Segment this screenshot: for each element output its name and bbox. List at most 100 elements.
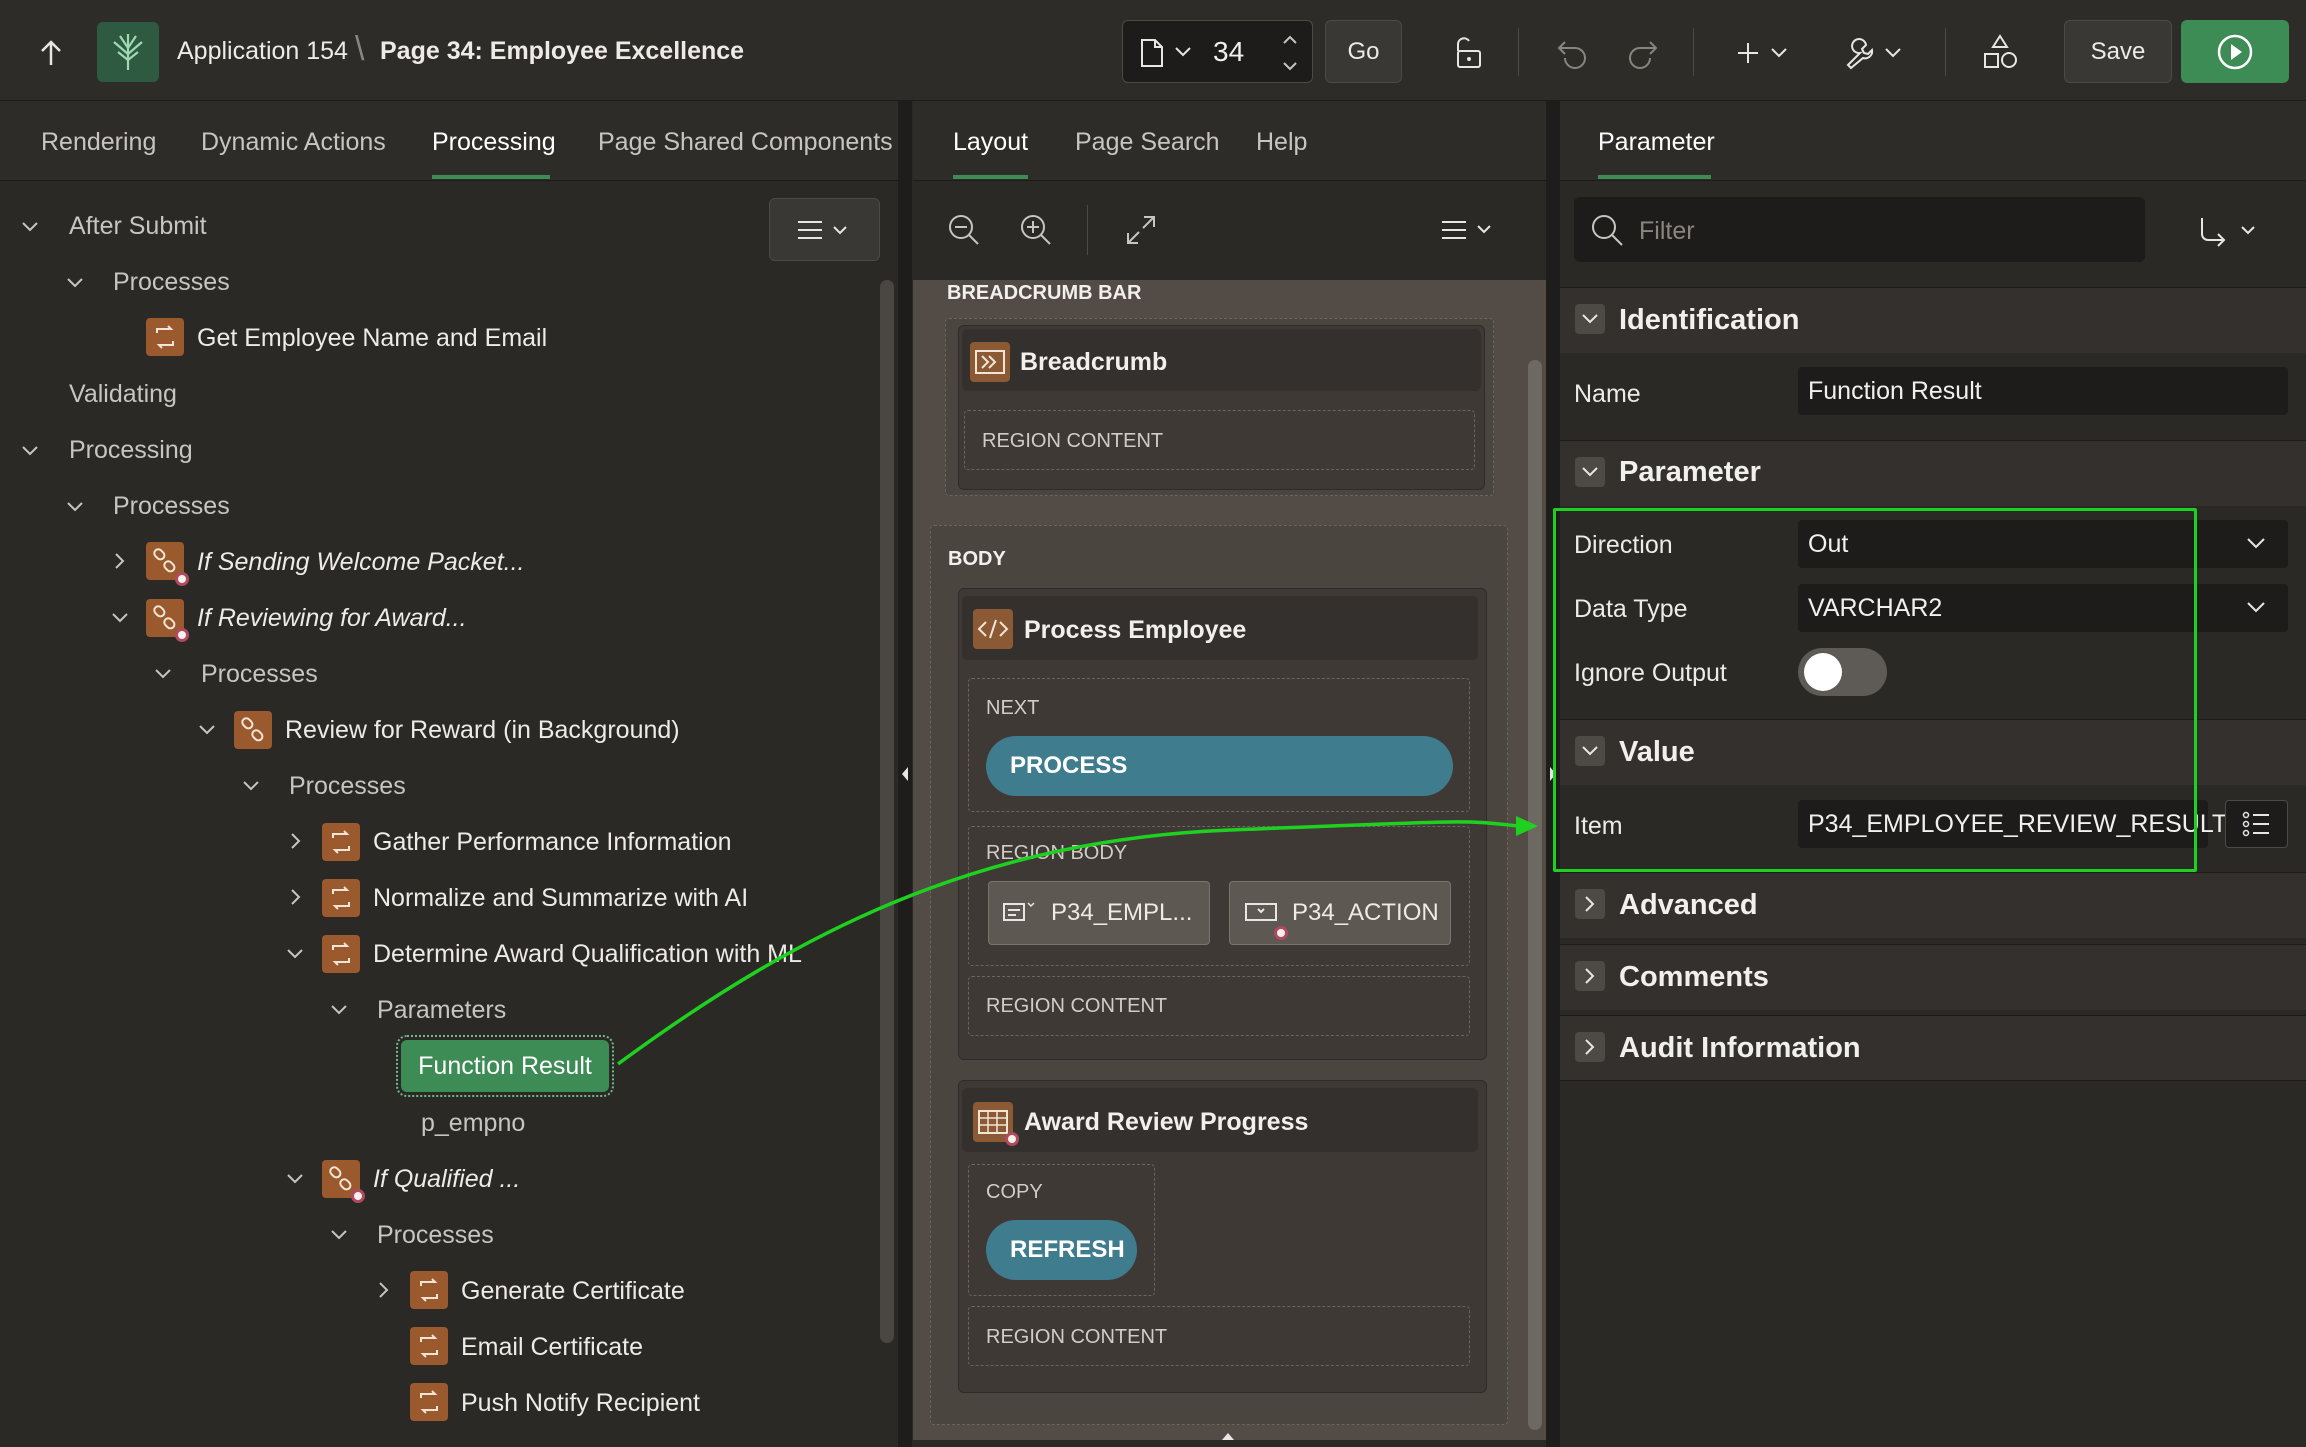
chevron-down-icon[interactable]: [109, 607, 131, 629]
tree-node-gather-performance[interactable]: Gather Performance Information: [373, 828, 732, 857]
application-name[interactable]: Application 154: [177, 37, 348, 66]
chevron-right-icon[interactable]: [109, 550, 131, 572]
go-to-group-icon[interactable]: [2196, 214, 2264, 248]
tree-node-if-qualified[interactable]: If Qualified ...: [373, 1165, 520, 1194]
condition-badge-icon: [351, 1189, 365, 1203]
tree-node-after-submit[interactable]: After Submit: [69, 212, 207, 241]
chevron-down-icon[interactable]: [196, 719, 218, 741]
tree-menu-button[interactable]: [769, 198, 880, 261]
tree-node-get-employee[interactable]: Get Employee Name and Email: [197, 324, 547, 353]
breadcrumb-separator: \: [355, 30, 365, 68]
tree-node-normalize[interactable]: Normalize and Summarize with AI: [373, 884, 748, 913]
run-page-button[interactable]: [2181, 20, 2289, 83]
item-list-button[interactable]: [2225, 800, 2288, 848]
chevron-down-icon[interactable]: [64, 272, 86, 294]
redo-icon[interactable]: [1624, 34, 1662, 72]
apex-logo-icon[interactable]: [97, 22, 159, 82]
create-menu-icon[interactable]: [1734, 34, 1794, 72]
play-icon: [2217, 34, 2253, 69]
tree-node-parameters[interactable]: Parameters: [377, 996, 506, 1025]
tree-node-processes[interactable]: Processes: [289, 772, 406, 801]
save-button[interactable]: Save: [2064, 20, 2172, 83]
tree-node-processes[interactable]: Processes: [113, 492, 230, 521]
chevron-down-icon[interactable]: [240, 775, 262, 797]
chevron-right-icon[interactable]: [373, 1279, 395, 1301]
list-icon: [2242, 811, 2269, 837]
breadcrumb-region-title[interactable]: Breadcrumb: [1020, 348, 1167, 377]
tree-node-validating[interactable]: Validating: [69, 380, 177, 409]
expand-icon[interactable]: [1124, 213, 1158, 247]
audit-information-title: Audit Information: [1619, 1032, 1861, 1064]
tab-help[interactable]: Help: [1256, 128, 1307, 157]
tree-node-processing[interactable]: Processing: [69, 436, 193, 465]
collapse-left-icon[interactable]: [899, 764, 911, 784]
tree-node-determine-award[interactable]: Determine Award Qualification with ML: [373, 940, 802, 969]
chevron-right-icon[interactable]: [285, 830, 307, 852]
chevron-down-icon[interactable]: [19, 440, 41, 462]
shared-components-icon[interactable]: [1980, 32, 2020, 72]
tab-processing[interactable]: Processing: [432, 128, 556, 157]
refresh-button[interactable]: REFRESH: [986, 1220, 1137, 1280]
undo-icon[interactable]: [1553, 34, 1591, 72]
chevron-right-icon[interactable]: [285, 886, 307, 908]
tab-parameter[interactable]: Parameter: [1598, 128, 1715, 157]
name-field[interactable]: Function Result: [1798, 367, 2288, 415]
tree-node-generate-certificate[interactable]: Generate Certificate: [461, 1277, 685, 1306]
tab-page-shared-components[interactable]: Page Shared Components: [598, 128, 893, 157]
chevron-down-icon[interactable]: [152, 663, 174, 685]
award-review-title[interactable]: Award Review Progress: [1024, 1108, 1308, 1137]
tree-node-review-for-reward[interactable]: Review for Reward (in Background): [285, 716, 680, 745]
process-employee-title[interactable]: Process Employee: [1024, 616, 1246, 645]
chevron-down-icon[interactable]: [19, 216, 41, 238]
tree-node-function-result-selected[interactable]: Function Result: [396, 1035, 614, 1097]
filter-placeholder: Filter: [1639, 217, 1695, 245]
chevron-right-icon[interactable]: [1575, 889, 1605, 919]
chevron-right-icon[interactable]: [1575, 1032, 1605, 1062]
tree-node-processes[interactable]: Processes: [201, 660, 318, 689]
next-slot-label: NEXT: [986, 697, 1040, 719]
up-arrow-icon[interactable]: [34, 36, 68, 70]
zoom-in-icon[interactable]: [1018, 212, 1054, 248]
process-button[interactable]: PROCESS: [986, 736, 1453, 796]
page-number-stepper[interactable]: [1268, 20, 1313, 83]
collapse-up-icon[interactable]: [1220, 1430, 1236, 1442]
chevron-down-icon[interactable]: [328, 1224, 350, 1246]
advanced-title: Advanced: [1619, 889, 1758, 921]
comments-title: Comments: [1619, 961, 1769, 993]
tree-node-processes[interactable]: Processes: [377, 1221, 494, 1250]
search-icon: [1592, 215, 1623, 246]
chevron-down-icon[interactable]: [2246, 600, 2266, 614]
utilities-wrench-icon[interactable]: [1842, 34, 1906, 72]
page-number-input[interactable]: 34: [1213, 36, 1244, 68]
chevron-down-icon[interactable]: [1575, 304, 1605, 334]
tree-node-p-empno[interactable]: p_empno: [421, 1109, 525, 1138]
zoom-out-icon[interactable]: [946, 212, 982, 248]
chevron-down-icon[interactable]: [64, 496, 86, 518]
condition-badge-icon: [175, 572, 189, 586]
chevron-down-icon[interactable]: [2246, 536, 2266, 550]
condition-badge-icon: [1005, 1132, 1019, 1146]
tree-node-if-sending[interactable]: If Sending Welcome Packet...: [197, 548, 524, 577]
tree-node-email-certificate[interactable]: Email Certificate: [461, 1333, 643, 1362]
tab-rendering[interactable]: Rendering: [41, 128, 156, 157]
go-button[interactable]: Go: [1325, 20, 1402, 83]
layout-menu-icon[interactable]: [1440, 214, 1500, 246]
layout-scrollbar[interactable]: [1528, 360, 1542, 1430]
tree-node-if-reviewing[interactable]: If Reviewing for Award...: [197, 604, 467, 633]
tree-node-processes[interactable]: Processes: [113, 268, 230, 297]
breadcrumb-bar-label: BREADCRUMB BAR: [947, 282, 1142, 304]
chevron-down-icon[interactable]: [284, 1168, 306, 1190]
chevron-down-icon[interactable]: [328, 999, 350, 1021]
lock-icon[interactable]: [1449, 34, 1487, 72]
chevron-down-icon[interactable]: [284, 943, 306, 965]
tab-layout[interactable]: Layout: [953, 128, 1028, 157]
chevron-right-icon[interactable]: [1575, 961, 1605, 991]
chevron-down-icon[interactable]: [1173, 42, 1193, 62]
process-icon: [322, 935, 360, 973]
select-list-icon: [1003, 902, 1035, 921]
tab-dynamic-actions[interactable]: Dynamic Actions: [201, 128, 386, 157]
tree-scrollbar[interactable]: [880, 280, 894, 1343]
tab-page-search[interactable]: Page Search: [1075, 128, 1220, 157]
tree-node-push-notify[interactable]: Push Notify Recipient: [461, 1389, 700, 1418]
chevron-down-icon[interactable]: [1575, 457, 1605, 487]
